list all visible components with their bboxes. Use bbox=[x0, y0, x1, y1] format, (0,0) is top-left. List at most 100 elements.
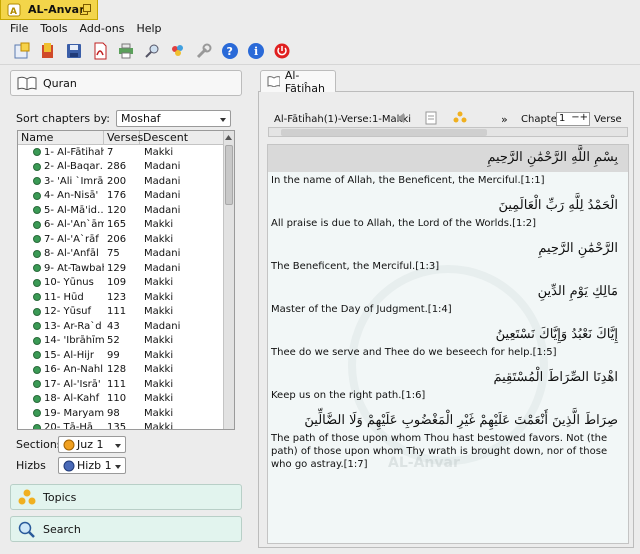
sections-select[interactable]: Juz 1 bbox=[58, 436, 126, 453]
table-row[interactable]: 10- Yūnus 109 Makki bbox=[18, 276, 223, 291]
sections-value: Juz 1 bbox=[77, 438, 104, 451]
nav-scrollbar[interactable] bbox=[268, 127, 628, 137]
hizbs-select[interactable]: Hizb 1 bbox=[58, 457, 126, 474]
search-button[interactable]: Search bbox=[10, 516, 242, 542]
table-row[interactable]: 15- Al-Ĥijr 99 Makki bbox=[18, 348, 223, 363]
chapter-status-icon bbox=[33, 249, 41, 258]
table-row[interactable]: 6- Al-'An`ām 165 Makki bbox=[18, 218, 223, 233]
table-row[interactable]: 12- Yūsuf 111 Makki bbox=[18, 305, 223, 320]
verse-translation[interactable]: Thee do we serve and Thee do we beseech … bbox=[268, 344, 628, 362]
verse-arabic[interactable]: الرَّحْمَٰنِ الرَّحِيمِ bbox=[268, 233, 628, 258]
topics-icon[interactable] bbox=[452, 110, 468, 124]
table-row[interactable]: 16- An-Naĥl 128 Makki bbox=[18, 363, 223, 378]
table-row[interactable]: 17- Al-'Isrā' 111 Makki bbox=[18, 377, 223, 392]
more-button[interactable]: » bbox=[501, 113, 508, 126]
chapter-name: 14- 'Ibrāhīm bbox=[44, 335, 104, 347]
chapter-value: 1 bbox=[559, 113, 566, 124]
scroll-up-icon[interactable] bbox=[224, 133, 233, 143]
table-row[interactable]: 18- Al-Kahf 110 Makki bbox=[18, 392, 223, 407]
hizb-icon bbox=[63, 460, 75, 472]
bookmark-icon[interactable] bbox=[38, 41, 58, 61]
chapter-status-icon bbox=[33, 206, 41, 215]
power-icon[interactable] bbox=[272, 41, 292, 61]
tab-al-fatihah[interactable]: Al-Fātiĥah bbox=[260, 69, 336, 95]
pdf-icon[interactable] bbox=[90, 41, 110, 61]
book-icon bbox=[17, 76, 37, 90]
verse-arabic[interactable]: إِيَّاكَ نَعْبُدُ وَإِيَّاكَ نَسْتَعِينُ bbox=[268, 319, 628, 344]
left-panel: Quran Sort chapters by: Moshaf Name Vers… bbox=[10, 70, 243, 548]
descent-cell: Madani bbox=[144, 204, 181, 216]
col-descent[interactable]: Descent bbox=[140, 131, 224, 144]
chapter-name-cell: 5- Al-Mā'id… bbox=[18, 205, 104, 216]
help-icon[interactable]: ? bbox=[220, 41, 240, 61]
table-row[interactable]: 13- Ar-Ra`d 43 Madani bbox=[18, 319, 223, 334]
col-verses[interactable]: Verses bbox=[104, 131, 143, 144]
verses-content: AL-Anvar بِسْمِ اللَّهِ الرَّحْمَٰنِ الر… bbox=[267, 144, 629, 544]
verses-cell: 120 bbox=[107, 204, 127, 216]
table-row[interactable]: 4- An-Nisā' 176 Madani bbox=[18, 189, 223, 204]
sort-value: Moshaf bbox=[121, 112, 161, 125]
notes-icon[interactable] bbox=[423, 110, 439, 126]
save-icon[interactable] bbox=[64, 41, 84, 61]
table-row[interactable]: 8- Al-'Anfāl 75 Madani bbox=[18, 247, 223, 262]
verse-arabic[interactable]: صِرَاطَ الَّذِينَ أَنْعَمْتَ عَلَيْهِمْ … bbox=[268, 405, 628, 430]
topics-button[interactable]: Topics bbox=[10, 484, 242, 510]
menu-help[interactable]: Help bbox=[130, 22, 167, 35]
search-icon[interactable] bbox=[142, 41, 162, 61]
table-row[interactable]: 11- Hūd 123 Makki bbox=[18, 290, 223, 305]
chapter-name-cell: 3- 'Āli `Imrān bbox=[18, 176, 104, 187]
table-row[interactable]: 1- Al-Fātiĥah 7 Makki bbox=[18, 145, 223, 160]
print-icon[interactable] bbox=[116, 41, 136, 61]
menu-file[interactable]: File bbox=[4, 22, 34, 35]
maximize-icon[interactable] bbox=[80, 4, 91, 15]
spin-buttons-icon[interactable]: −+ bbox=[571, 112, 588, 124]
scroll-thumb[interactable] bbox=[225, 145, 233, 205]
verse-arabic[interactable]: اهْدِنَا الصِّرَاطَ الْمُسْتَقِيمَ bbox=[268, 362, 628, 387]
table-row[interactable]: 14- 'Ibrāhīm 52 Makki bbox=[18, 334, 223, 349]
audio-icon[interactable] bbox=[395, 111, 409, 125]
info-icon[interactable]: i bbox=[246, 41, 266, 61]
chapter-name-cell: 20- Ţā-Hā bbox=[18, 422, 104, 429]
verse-translation[interactable]: In the name of Allah, the Beneficent, th… bbox=[268, 172, 628, 190]
chapter-status-icon bbox=[33, 322, 41, 331]
chapter-name: 12- Yūsuf bbox=[44, 306, 92, 318]
verses-cell: 128 bbox=[107, 364, 127, 376]
menu-addons[interactable]: Add-ons bbox=[74, 22, 131, 35]
descent-cell: Makki bbox=[144, 349, 174, 361]
table-row[interactable]: 3- 'Āli `Imrān 200 Madani bbox=[18, 174, 223, 189]
chapter-name: 13- Ar-Ra`d bbox=[44, 320, 102, 332]
list-scrollbar[interactable] bbox=[223, 131, 234, 429]
col-name[interactable]: Name bbox=[18, 131, 104, 144]
new-window-icon[interactable] bbox=[12, 41, 32, 61]
quran-button[interactable]: Quran bbox=[10, 70, 242, 96]
chapters-list[interactable]: Name Verses Descent 1- Al-Fātiĥah 7 Makki 2… bbox=[17, 130, 235, 430]
table-row[interactable]: 9- At-Tawbah 129 Madani bbox=[18, 261, 223, 276]
table-row[interactable]: 20- Ţā-Hā 135 Makki bbox=[18, 421, 223, 429]
verse-translation[interactable]: Keep us on the right path.[1:6] bbox=[268, 387, 628, 405]
verse-translation[interactable]: Master of the Day of Judgment.[1:4] bbox=[268, 301, 628, 319]
table-row[interactable]: 2- Al-Baqar… 286 Madani bbox=[18, 160, 223, 175]
window-title-tab[interactable]: A AL-Anvar bbox=[0, 0, 98, 20]
sort-select[interactable]: Moshaf bbox=[116, 110, 232, 127]
verses-cell: 129 bbox=[107, 262, 127, 274]
menu-tools[interactable]: Tools bbox=[34, 22, 73, 35]
chapter-spinbox[interactable]: 1 −+ bbox=[556, 112, 590, 126]
themes-icon[interactable] bbox=[168, 41, 188, 61]
verse-translation[interactable]: All praise is due to Allah, the Lord of … bbox=[268, 215, 628, 233]
verse-translation[interactable]: The path of those upon whom Thou hast be… bbox=[268, 430, 628, 474]
table-row[interactable]: 7- Al-'A`rāf 206 Makki bbox=[18, 232, 223, 247]
verse-arabic[interactable]: مَالِكِ يَوْمِ الدِّينِ bbox=[268, 276, 628, 301]
table-row[interactable]: 19- Maryam 98 Makki bbox=[18, 406, 223, 421]
settings-icon[interactable] bbox=[194, 41, 214, 61]
chapter-label: Chapter bbox=[521, 114, 561, 125]
chapter-name-cell: 7- Al-'A`rāf bbox=[18, 234, 104, 245]
sort-label: Sort chapters by: bbox=[16, 112, 111, 125]
chapter-name-cell: 9- At-Tawbah bbox=[18, 263, 104, 274]
verses-cell: 111 bbox=[107, 378, 127, 390]
nav-scroll-thumb[interactable] bbox=[281, 129, 487, 136]
verse-arabic[interactable]: بِسْمِ اللَّهِ الرَّحْمَٰنِ الرَّحِيمِ bbox=[268, 145, 628, 172]
verse-arabic[interactable]: الْحَمْدُ لِلَّهِ رَبِّ الْعَالَمِينَ bbox=[268, 190, 628, 215]
chapter-name: 15- Al-Ĥijr bbox=[44, 349, 94, 361]
table-row[interactable]: 5- Al-Mā'id… 120 Madani bbox=[18, 203, 223, 218]
verse-translation[interactable]: The Beneficent, the Merciful.[1:3] bbox=[268, 258, 628, 276]
